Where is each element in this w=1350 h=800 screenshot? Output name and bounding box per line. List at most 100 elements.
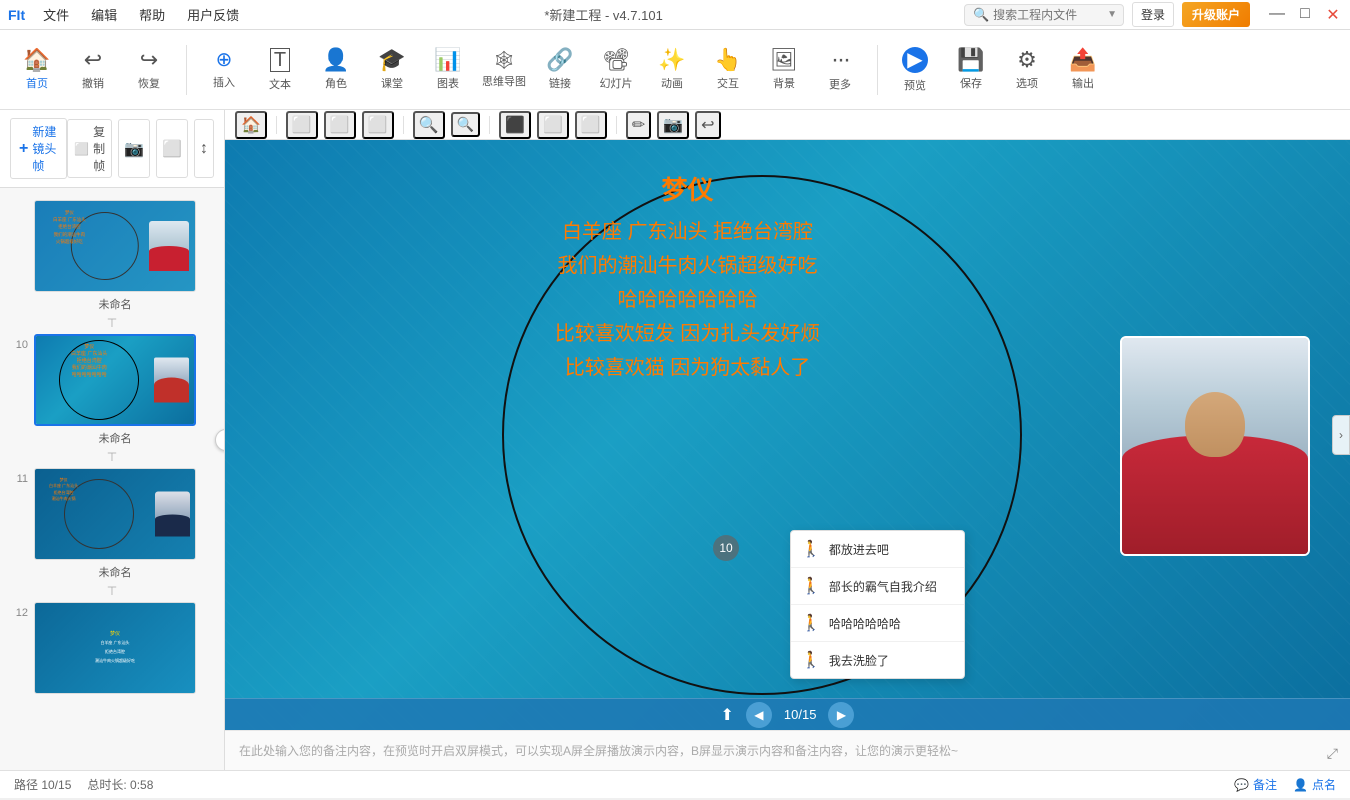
toolbar-insert[interactable]: ⊕ 插入 — [197, 38, 251, 102]
canvas-screenshot-btn[interactable]: 📷 — [657, 111, 689, 139]
canvas-arrange-btn[interactable]: ⬜ — [575, 111, 607, 139]
next-slide-button[interactable]: ▶ — [828, 702, 854, 728]
comment-item-2[interactable]: 🚶 部长的霸气自我介绍 — [791, 568, 964, 605]
menu-file[interactable]: 文件 — [39, 3, 73, 26]
toolbar-role[interactable]: 👤 角色 — [309, 38, 363, 102]
app-logo: FIt — [8, 7, 25, 23]
link-icon: 🔗 — [546, 49, 573, 71]
slide-thumbnail-11[interactable]: 梦仪白羊座 广东汕头拒绝台湾腔潮汕牛肉火锅 — [34, 468, 196, 560]
new-frame-button[interactable]: + 新建镜头帧 — [10, 118, 67, 179]
toolbar-more[interactable]: ··· 更多 — [813, 38, 867, 102]
slides-icon: 📽 — [602, 49, 630, 71]
toolbar-undo[interactable]: ↩ 撤销 — [66, 38, 120, 102]
resize-handle-9[interactable]: ⊤ — [0, 316, 224, 330]
toolbar-class[interactable]: 🎓 课堂 — [365, 38, 419, 102]
toolbar-chart[interactable]: 📊 图表 — [421, 38, 475, 102]
toolbar-bg[interactable]: 🖼 背景 — [757, 38, 811, 102]
login-button[interactable]: 登录 — [1132, 2, 1174, 27]
comment-figure-icon-1: 🚶 — [801, 539, 821, 559]
nav-share-icon[interactable]: ⬆ — [721, 705, 734, 725]
toolbar-divider-2 — [877, 45, 878, 95]
comment-item-3[interactable]: 🚶 哈哈哈哈哈哈 — [791, 605, 964, 642]
slide-item-10[interactable]: 10 梦仪白羊座 广东汕头拒绝台湾腔我们的潮汕牛肉哈哈哈哈哈哈哈 — [0, 330, 224, 450]
canvas-copy-btn[interactable]: ⬜ — [286, 111, 318, 139]
canvas-undo-btn[interactable]: ↩ — [695, 111, 720, 139]
redo-icon: ↪ — [140, 49, 158, 71]
toolbar-text[interactable]: T 文本 — [253, 38, 307, 102]
notes-expand-button[interactable]: ⤢ — [1327, 745, 1338, 762]
resize-handle-10[interactable]: ⊤ — [0, 450, 224, 464]
toolbar-options[interactable]: ⚙ 选项 — [1000, 38, 1054, 102]
slide-item-12[interactable]: 12 梦仪 白羊座 广东汕头拒绝台湾腔潮汕牛肉火锅超级好吃 — [0, 598, 224, 702]
main-area: + 新建镜头帧 ⬜ 复制帧 📷 ⬜ ↕ — [0, 110, 1350, 770]
canvas-layer-btn[interactable]: ⬜ — [537, 111, 569, 139]
toolbar-group-actions: ▶ 预览 💾 保存 ⚙ 选项 📤 输出 — [888, 38, 1110, 102]
slide-thumbnail-12[interactable]: 梦仪 白羊座 广东汕头拒绝台湾腔潮汕牛肉火锅超级好吃 — [34, 602, 196, 694]
menu-help[interactable]: 帮助 — [135, 3, 169, 26]
slide-line-4: 比较喜欢短发 因为扎头发好烦 — [405, 317, 970, 351]
slide-item-11[interactable]: 11 梦仪白羊座 广东汕头拒绝台湾腔潮汕牛肉火锅 — [0, 464, 224, 584]
toolbar-interact[interactable]: 👆 交互 — [701, 38, 755, 102]
path-indicator: 路径 10/15 — [14, 776, 71, 793]
toolbar-redo[interactable]: ↪ 恢复 — [122, 38, 176, 102]
slides-list: 梦仪白羊座 广东汕头拒绝台湾腔我们的潮汕牛肉火锅超级好吃 未命名 ⊤ 10 — [0, 188, 224, 770]
main-toolbar: 🏠 首页 ↩ 撤销 ↪ 恢复 ⊕ 插入 T 文本 👤 角色 🎓 课堂 — [0, 30, 1350, 110]
menu-feedback[interactable]: 用户反馈 — [183, 3, 243, 26]
toolbar-mindmap[interactable]: 🕸 思维导图 — [477, 38, 531, 102]
link-label: 链接 — [549, 75, 571, 91]
toolbar-group-nav: 🏠 首页 ↩ 撤销 ↪ 恢复 — [10, 38, 176, 102]
person-head — [1185, 392, 1245, 457]
toolbar-save[interactable]: 💾 保存 — [944, 38, 998, 102]
points-icon: 👤 — [1293, 778, 1308, 792]
slide-line-3: 哈哈哈哈哈哈哈 — [405, 283, 970, 317]
toolbar-link[interactable]: 🔗 链接 — [533, 38, 587, 102]
toolbar-preview[interactable]: ▶ 预览 — [888, 38, 942, 102]
maximize-button[interactable]: □ — [1296, 5, 1314, 25]
canvas-home-btn[interactable]: 🏠 — [235, 111, 267, 139]
slide-group-11: 梦仪白羊座 广东汕头拒绝台湾腔潮汕牛肉火锅 未命名 — [34, 468, 196, 580]
points-button[interactable]: 👤 点名 — [1293, 776, 1336, 793]
search-dropdown-icon[interactable]: ▼ — [1107, 9, 1117, 20]
toolbar-home[interactable]: 🏠 首页 — [10, 38, 64, 102]
slide-canvas[interactable]: 梦仪 白羊座 广东汕头 拒绝台湾腔 我们的潮汕牛肉火锅超级好吃 哈哈哈哈哈哈哈 … — [225, 140, 1350, 730]
canvas-align-btn[interactable]: ⬛ — [499, 111, 531, 139]
notes-placeholder: 在此处输入您的备注内容，在预览时开启双屏模式，可以实现A屏全屏播放演示内容，B屏… — [239, 742, 958, 759]
search-box[interactable]: 🔍 ▼ — [964, 4, 1124, 26]
comment-button[interactable]: 💬 备注 — [1234, 776, 1277, 793]
canvas-pen-btn[interactable]: ✏ — [626, 111, 651, 139]
home-icon: 🏠 — [23, 49, 50, 71]
copy-frame-button[interactable]: ⬜ 复制帧 — [67, 119, 112, 178]
slide-label-9: 未命名 — [99, 296, 132, 312]
frame-size-button[interactable]: ⬜ — [156, 119, 188, 178]
zoom-in-btn[interactable]: 🔍 — [413, 111, 445, 139]
upgrade-button[interactable]: 升级账户 — [1182, 2, 1250, 27]
toolbar-export[interactable]: 📤 输出 — [1056, 38, 1110, 102]
camera-tool-button[interactable]: 📷 — [118, 119, 150, 178]
slide-label-11: 未命名 — [99, 564, 132, 580]
toolbar-animation[interactable]: ✨ 动画 — [645, 38, 699, 102]
sort-button[interactable]: ↕ — [194, 119, 214, 178]
slides-label: 幻灯片 — [600, 75, 633, 91]
slide-thumbnail-9[interactable]: 梦仪白羊座 广东汕头拒绝台湾腔我们的潮汕牛肉火锅超级好吃 — [34, 200, 196, 292]
menu-edit[interactable]: 编辑 — [87, 3, 121, 26]
zoom-out-btn[interactable]: 🔍 — [451, 112, 480, 137]
comment-figure-icon-3: 🚶 — [801, 613, 821, 633]
minimize-button[interactable]: — — [1268, 5, 1286, 25]
comment-icon: 💬 — [1234, 778, 1249, 792]
insert-label: 插入 — [213, 74, 235, 90]
slide-group-9: 梦仪白羊座 广东汕头拒绝台湾腔我们的潮汕牛肉火锅超级好吃 未命名 — [34, 200, 196, 312]
slide-thumbnail-10[interactable]: 梦仪白羊座 广东汕头拒绝台湾腔我们的潮汕牛肉哈哈哈哈哈哈哈 — [34, 334, 196, 426]
window-title: *新建工程 - v4.7.101 — [243, 5, 964, 24]
toolbar-group-content: ⊕ 插入 T 文本 👤 角色 🎓 课堂 📊 图表 🕸 思维导图 🔗 链接 📽 — [197, 38, 867, 102]
slide-item-9[interactable]: 梦仪白羊座 广东汕头拒绝台湾腔我们的潮汕牛肉火锅超级好吃 未命名 — [0, 196, 224, 316]
toolbar-slides[interactable]: 📽 幻灯片 — [589, 38, 643, 102]
resize-handle-11[interactable]: ⊤ — [0, 584, 224, 598]
close-button[interactable]: ✕ — [1324, 5, 1342, 25]
right-panel-collapse[interactable]: › — [1332, 415, 1350, 455]
canvas-paste-btn[interactable]: ⬜ — [324, 111, 356, 139]
comment-item-4[interactable]: 🚶 我去洗脸了 — [791, 642, 964, 678]
comment-item-1[interactable]: 🚶 都放进去吧 — [791, 531, 964, 568]
prev-slide-button[interactable]: ◀ — [746, 702, 772, 728]
search-input[interactable] — [993, 8, 1103, 22]
canvas-frame-btn[interactable]: ⬜ — [362, 111, 394, 139]
